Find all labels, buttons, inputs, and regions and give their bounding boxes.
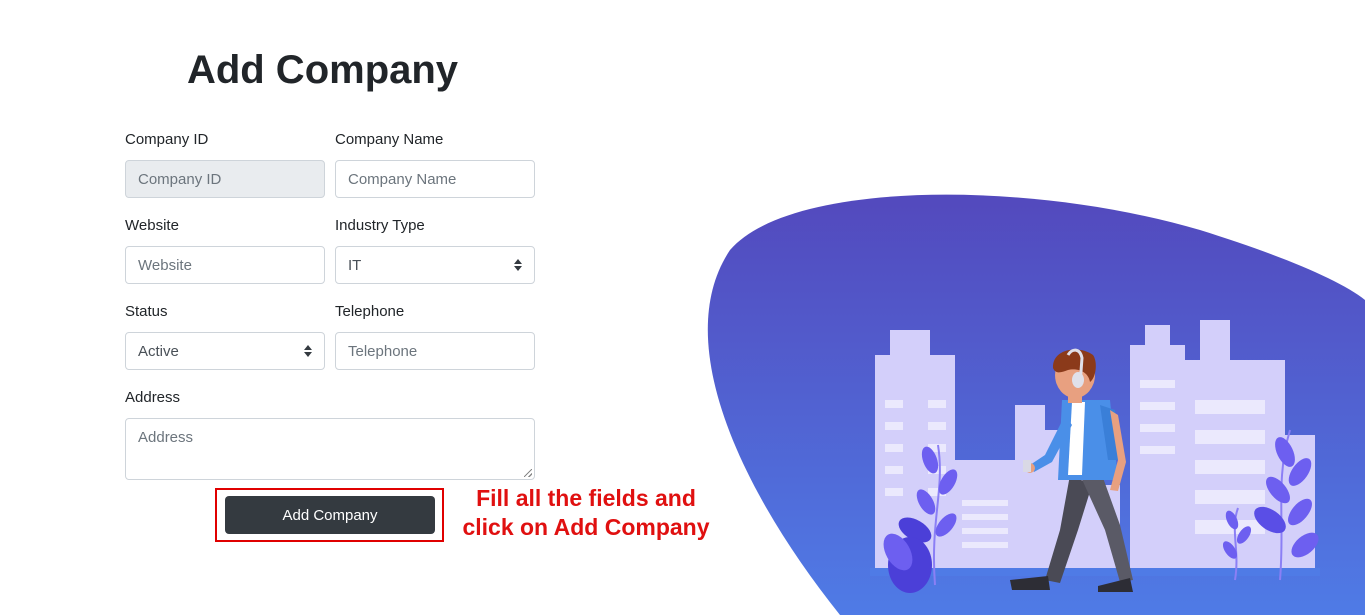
telephone-label: Telephone [335, 303, 405, 320]
status-select[interactable]: Active [125, 332, 325, 370]
company-id-label: Company ID [125, 131, 209, 148]
address-label: Address [125, 389, 181, 406]
company-name-field[interactable] [335, 160, 535, 198]
status-value: Active [138, 342, 179, 360]
address-wrapper [125, 418, 535, 480]
add-company-button[interactable]: Add Company [225, 496, 435, 534]
instruction-annotation: Fill all the fields and click on Add Com… [455, 484, 717, 542]
annotation-line-1: Fill all the fields and [476, 485, 696, 511]
company-id-field[interactable] [125, 160, 325, 198]
telephone-field[interactable] [335, 332, 535, 370]
status-label: Status [125, 303, 168, 320]
add-company-page: Add Company Company ID Company Name Webs… [0, 0, 1365, 615]
resize-grip-icon[interactable] [524, 469, 532, 477]
address-field[interactable] [125, 418, 535, 480]
industry-type-label: Industry Type [335, 217, 425, 234]
website-label: Website [125, 217, 179, 234]
annotation-line-2: click on Add Company [462, 514, 710, 540]
page-title: Add Company [186, 48, 459, 92]
industry-type-select[interactable]: IT [335, 246, 535, 284]
select-caret-icon [304, 345, 312, 357]
industry-type-value: IT [348, 256, 362, 274]
website-field[interactable] [125, 246, 325, 284]
company-name-label: Company Name [335, 131, 444, 148]
person-walking-city-illustration [707, 194, 1365, 615]
select-caret-icon [514, 259, 522, 271]
